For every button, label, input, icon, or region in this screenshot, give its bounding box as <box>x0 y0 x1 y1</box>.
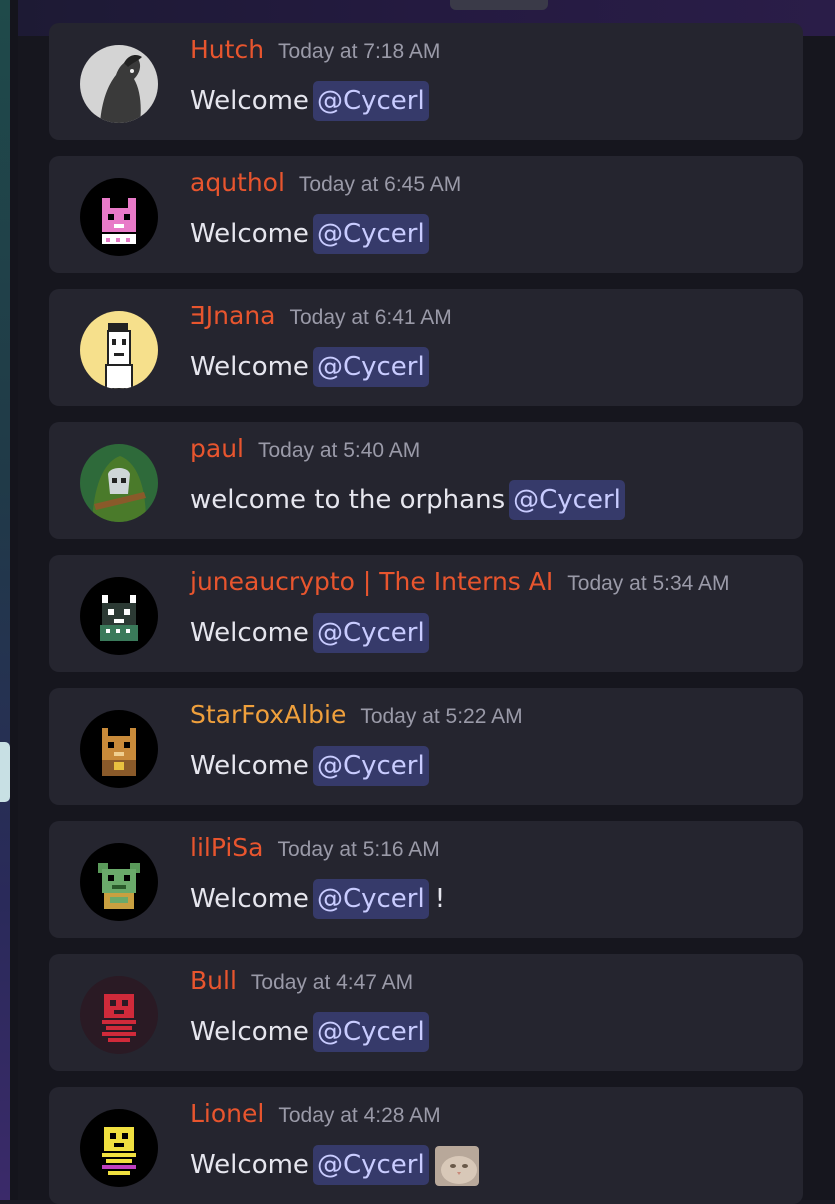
timestamp: Today at 6:41 AM <box>289 306 452 329</box>
cat-emoji-icon[interactable] <box>434 1145 479 1186</box>
message-item[interactable]: StarFoxAlbie Today at 5:22 AM Welcome @Cyc… <box>49 688 803 805</box>
user-mention[interactable]: @Cycerl <box>312 81 429 121</box>
user-mention[interactable]: @Cycerl <box>312 613 429 653</box>
avatar[interactable] <box>80 976 158 1054</box>
avatar[interactable] <box>80 843 158 921</box>
message-text: Welcome <box>190 1150 309 1180</box>
top-tab-handle[interactable] <box>450 0 548 10</box>
sidebar-scroll-handle[interactable] <box>0 742 10 802</box>
timestamp: Today at 5:22 AM <box>360 705 523 728</box>
avatar[interactable] <box>80 577 158 655</box>
left-sidebar-edge <box>0 0 10 1200</box>
message-text: Welcome <box>190 86 309 116</box>
avatar[interactable] <box>80 45 158 123</box>
avatar[interactable] <box>80 710 158 788</box>
message-text: Welcome <box>190 751 309 781</box>
message-text: Welcome <box>190 618 309 648</box>
timestamp: Today at 7:18 AM <box>278 40 441 63</box>
timestamp: Today at 6:45 AM <box>298 173 462 196</box>
username[interactable]: juneaucrypto | The Interns AI <box>190 567 553 596</box>
user-mention[interactable]: @Cycerl <box>312 1012 429 1052</box>
username[interactable]: aquthol <box>190 168 285 197</box>
user-mention[interactable]: @Cycerl <box>312 214 429 254</box>
timestamp: Today at 4:47 AM <box>250 971 414 994</box>
username[interactable]: Hutch <box>190 35 264 64</box>
message-item[interactable]: Lionel Today at 4:28 AM Welcome @Cycerl <box>49 1087 803 1204</box>
message-text: Welcome <box>190 352 309 382</box>
avatar[interactable] <box>80 311 158 389</box>
message-item[interactable]: paul Today at 5:40 AM welcome to the orph… <box>49 422 803 539</box>
message-text: Welcome <box>190 219 309 249</box>
message-text: welcome to the orphans <box>190 485 506 515</box>
username[interactable]: Lionel <box>190 1099 264 1128</box>
message-item[interactable]: Hutch Today at 7:18 AM Welcome @Cycerl <box>49 23 803 140</box>
avatar[interactable] <box>80 444 158 522</box>
message-item[interactable]: aquthol Today at 6:45 AM Welcome @Cycerl <box>49 156 803 273</box>
timestamp: Today at 5:16 AM <box>277 838 440 861</box>
user-mention[interactable]: @Cycerl <box>312 347 429 387</box>
timestamp: Today at 5:40 AM <box>257 439 421 462</box>
message-suffix: ! <box>434 884 446 914</box>
user-mention[interactable]: @Cycerl <box>312 746 429 786</box>
username[interactable]: paul <box>190 434 244 463</box>
timestamp: Today at 4:28 AM <box>278 1104 441 1127</box>
message-item[interactable]: Bull Today at 4:47 AM Welcome @Cycerl <box>49 954 803 1071</box>
username[interactable]: lilPiSa <box>190 833 264 862</box>
timestamp: Today at 5:34 AM <box>567 572 730 595</box>
username[interactable]: StarFoxAlbie <box>190 700 346 729</box>
sidebar-divider <box>10 0 18 1200</box>
user-mention[interactable]: @Cycerl <box>312 879 429 919</box>
user-mention[interactable]: @Cycerl <box>509 480 625 520</box>
username[interactable]: ƎJnana <box>190 301 276 330</box>
message-item[interactable]: ƎJnana Today at 6:41 AM Welcome @Cycerl <box>49 289 803 406</box>
user-mention[interactable]: @Cycerl <box>312 1145 429 1185</box>
avatar[interactable] <box>80 1109 158 1187</box>
message-item[interactable]: lilPiSa Today at 5:16 AM Welcome @Cycerl! <box>49 821 803 938</box>
message-item[interactable]: juneaucrypto | The Interns AI Today at 5:… <box>49 555 803 672</box>
username[interactable]: Bull <box>190 966 237 995</box>
message-text: Welcome <box>190 884 309 914</box>
message-text: Welcome <box>190 1017 309 1047</box>
avatar[interactable] <box>80 178 158 256</box>
